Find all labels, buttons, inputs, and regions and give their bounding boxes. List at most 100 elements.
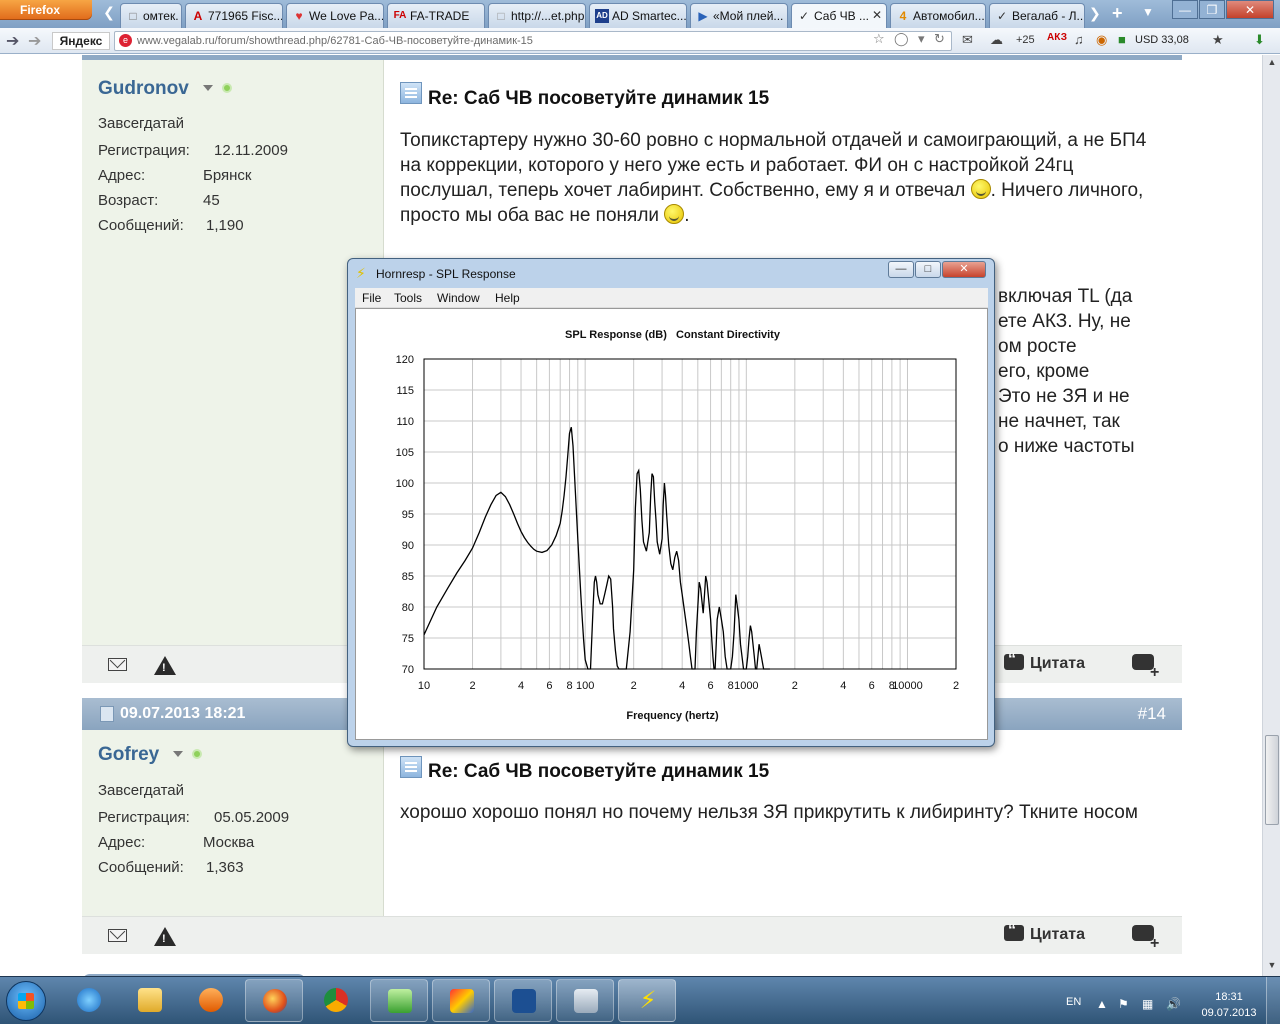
- url-bar[interactable]: e www.vegalab.ru/forum/showthread.php/62…: [114, 31, 952, 51]
- report-warning-icon[interactable]: [154, 927, 176, 946]
- weather-temperature[interactable]: +25: [1016, 34, 1035, 46]
- language-indicator[interactable]: EN: [1066, 996, 1081, 1008]
- tab-9[interactable]: ✓ Вегалаб - Л...: [989, 3, 1085, 28]
- rss-icon[interactable]: ◉: [1096, 32, 1107, 48]
- user-info-panel: Gofrey Завсегдатай Регистрация: 05.05.200…: [82, 730, 384, 916]
- text-line: о ниже частоты: [998, 436, 1135, 457]
- multi-quote-icon[interactable]: +: [1132, 654, 1162, 681]
- close-tab-icon[interactable]: ✕: [872, 8, 882, 22]
- maximize-icon[interactable]: □: [915, 261, 941, 278]
- new-tab-icon[interactable]: +: [1112, 3, 1123, 24]
- taskbar-hornresp[interactable]: ⚡: [618, 979, 676, 1022]
- taskbar-media-player[interactable]: [182, 979, 240, 1022]
- minimize-icon[interactable]: —: [1172, 0, 1198, 19]
- quote-button[interactable]: Цитата: [1004, 922, 1085, 944]
- reader-glasses-icon[interactable]: ◯: [894, 31, 909, 47]
- tab-4[interactable]: □ http://...et.php: [488, 3, 586, 28]
- row-label: Регистрация:: [98, 809, 190, 826]
- volume-icon[interactable]: ♫: [1074, 32, 1084, 47]
- download-arrow-icon[interactable]: ⬇: [1254, 32, 1265, 48]
- post-body: хорошо хорошо понял но почему нельзя ЗЯ …: [400, 802, 1138, 823]
- y-tick-label: 75: [402, 633, 414, 645]
- tab-0[interactable]: □ омтек. Ин...: [120, 3, 182, 28]
- clock-date[interactable]: 09.07.2013: [1198, 1007, 1260, 1019]
- tab-scroll-left-icon[interactable]: ❮: [100, 4, 118, 24]
- quote-icon: [1004, 922, 1024, 941]
- spl-response-line: [423, 427, 770, 670]
- report-warning-icon[interactable]: [154, 656, 176, 675]
- traffic-icon[interactable]: АКЗ: [1047, 32, 1067, 43]
- firefox-menu-button[interactable]: Firefox: [0, 0, 92, 20]
- maximize-icon[interactable]: ❐: [1199, 0, 1225, 19]
- calculator-icon: [574, 989, 598, 1013]
- user-menu-arrow-icon[interactable]: [173, 751, 183, 757]
- weather-icon[interactable]: ☁: [990, 32, 1003, 48]
- show-desktop-button[interactable]: [1266, 977, 1280, 1024]
- tab-1[interactable]: A 771965 Fisc...: [185, 3, 283, 28]
- quote-button[interactable]: Цитата: [1004, 651, 1085, 673]
- y-tick-label: 80: [402, 602, 414, 614]
- post-number-link[interactable]: #14: [1138, 704, 1166, 724]
- tab-3[interactable]: FA FA-TRADE: [387, 3, 485, 28]
- tab-7-active[interactable]: ✓ Саб ЧВ ... ✕: [791, 3, 887, 28]
- speaker-icon[interactable]: 🔊: [1166, 997, 1181, 1011]
- mail-icon[interactable]: [108, 929, 127, 942]
- menu-window[interactable]: Window: [437, 291, 480, 305]
- network-icon[interactable]: ▦: [1142, 997, 1153, 1011]
- close-window-icon[interactable]: ✕: [1226, 0, 1274, 19]
- page-scrollbar[interactable]: ▲ ▼: [1262, 55, 1280, 976]
- username-link[interactable]: Gudronov: [98, 78, 189, 100]
- minimize-icon[interactable]: —: [888, 261, 914, 278]
- start-button[interactable]: [6, 981, 46, 1021]
- scroll-down-arrow-icon[interactable]: ▼: [1265, 960, 1279, 974]
- user-menu-arrow-icon[interactable]: [203, 85, 213, 91]
- tab-6[interactable]: ▶ «Мой плей...: [690, 3, 788, 28]
- list-all-tabs-icon[interactable]: ▼: [1142, 5, 1154, 19]
- currency-rate[interactable]: USD 33,08: [1135, 34, 1189, 46]
- windows-taskbar: ⚡ EN ▲ ⚑ ▦ 🔊 18:31 09.07.2013: [0, 976, 1280, 1024]
- bookmark-star-icon[interactable]: ☆: [873, 31, 885, 47]
- back-arrow-icon[interactable]: ➔: [6, 31, 19, 51]
- taskbar-calculator[interactable]: [556, 979, 614, 1022]
- clock-time[interactable]: 18:31: [1198, 991, 1260, 1003]
- y-tick-label: 95: [402, 509, 414, 521]
- tab-5[interactable]: AD AD Smartec...: [589, 3, 687, 28]
- x-tick-label: 6: [869, 680, 875, 692]
- scroll-up-arrow-icon[interactable]: ▲: [1265, 57, 1279, 71]
- scrollbar-thumb[interactable]: [1265, 735, 1279, 825]
- taskbar-app-6[interactable]: [370, 979, 428, 1022]
- mail-icon[interactable]: ✉: [962, 32, 973, 48]
- taskbar-chrome[interactable]: [307, 979, 365, 1022]
- dropdown-arrow-icon[interactable]: ▾: [918, 31, 925, 47]
- username-link[interactable]: Gofrey: [98, 744, 159, 766]
- taskbar-firefox[interactable]: [245, 979, 303, 1022]
- hornresp-titlebar[interactable]: ⚡ Hornresp - SPL Response — □ ✕: [348, 259, 994, 287]
- flag-icon[interactable]: ⚑: [1118, 997, 1129, 1011]
- taskbar-explorer[interactable]: [121, 979, 179, 1022]
- bookmarks-menu-icon[interactable]: ★: [1212, 32, 1224, 48]
- tab-strip: Firefox ❮ □ омтек. Ин... A 771965 Fisc..…: [0, 0, 1280, 28]
- site-identity-icon[interactable]: e: [119, 34, 132, 47]
- row-label: Регистрация:: [98, 142, 190, 159]
- close-icon[interactable]: ✕: [942, 261, 986, 278]
- reload-icon[interactable]: ↻: [934, 31, 945, 47]
- multi-quote-icon[interactable]: +: [1132, 925, 1162, 952]
- tray-arrow-icon[interactable]: ▲: [1096, 997, 1108, 1011]
- yandex-logo[interactable]: Яндекс: [52, 32, 110, 50]
- tab-2[interactable]: ♥ We Love Pa...: [286, 3, 384, 28]
- post-icon: [400, 756, 422, 778]
- row-value: Москва: [203, 834, 255, 851]
- forward-arrow-icon[interactable]: ➔: [28, 31, 41, 51]
- row-label: Возраст:: [98, 192, 159, 209]
- menu-help[interactable]: Help: [495, 291, 520, 305]
- tab-8[interactable]: 4 Автомобил...: [890, 3, 986, 28]
- menu-tools[interactable]: Tools: [394, 291, 422, 305]
- taskbar-ie[interactable]: [60, 979, 118, 1022]
- mail-icon[interactable]: [108, 658, 127, 671]
- tab-scroll-right-icon[interactable]: ❯: [1089, 5, 1101, 22]
- menu-file[interactable]: File: [362, 291, 381, 305]
- money-icon[interactable]: ■: [1118, 32, 1126, 47]
- taskbar-tecdoc[interactable]: [494, 979, 552, 1022]
- taskbar-app-7[interactable]: [432, 979, 490, 1022]
- x-tick-label: 10: [418, 680, 430, 692]
